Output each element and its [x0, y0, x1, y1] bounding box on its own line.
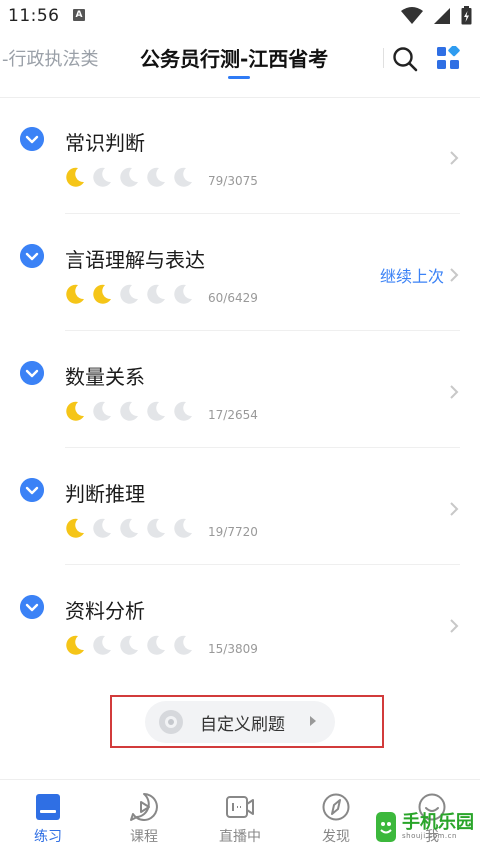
moon-empty-icon — [120, 635, 138, 655]
item-divider — [65, 447, 460, 448]
moon-empty-icon — [174, 518, 192, 538]
item-title: 资料分析 — [65, 599, 145, 623]
moon-empty-icon — [174, 635, 192, 655]
app-notification-icon: A — [73, 9, 85, 21]
disc-icon — [159, 710, 183, 734]
chevron-right-icon — [450, 619, 459, 633]
moon-empty-icon — [120, 401, 138, 421]
item-divider — [65, 564, 460, 565]
moon-filled-icon — [66, 167, 84, 187]
wifi-icon — [401, 6, 423, 24]
moon-empty-icon — [93, 167, 111, 187]
status-time: 11:56 — [8, 6, 60, 26]
watermark-logo: 手机乐园 shouji.com.cn — [372, 808, 480, 848]
moon-empty-icon — [147, 401, 165, 421]
check-circle-icon — [20, 244, 44, 268]
moon-empty-icon — [93, 518, 111, 538]
moon-filled-icon — [66, 635, 84, 655]
moon-empty-icon — [147, 635, 165, 655]
check-circle-icon — [20, 595, 44, 619]
progress-moons — [64, 166, 194, 188]
item-title: 判断推理 — [65, 482, 145, 506]
continue-last-link[interactable]: 继续上次 — [380, 263, 444, 287]
moon-empty-icon — [93, 401, 111, 421]
tab-courses[interactable]: 课程 — [96, 780, 192, 853]
item-count: 17/2654 — [208, 408, 258, 422]
moon-empty-icon — [174, 284, 192, 304]
check-circle-icon — [20, 127, 44, 151]
item-count: 60/6429 — [208, 291, 258, 305]
play-arrow-icon — [310, 716, 316, 726]
moon-empty-icon — [147, 167, 165, 187]
nav-divider — [383, 48, 384, 68]
list-item[interactable]: 资料分析 15/3809 — [0, 566, 480, 683]
chevron-right-icon — [450, 502, 459, 516]
chevron-right-icon — [450, 151, 459, 165]
tab-live[interactable]: 直播中 — [192, 780, 288, 853]
moon-empty-icon — [174, 401, 192, 421]
item-divider — [65, 213, 460, 214]
item-count: 79/3075 — [208, 174, 258, 188]
status-bar: 11:56 A — [0, 0, 480, 32]
battery-icon — [461, 6, 472, 25]
tab-label: 练习 — [34, 829, 62, 845]
top-nav: -行政执法类 公务员行测-江西省考 — [0, 32, 480, 92]
cellular-signal-icon — [434, 7, 450, 24]
moon-empty-icon — [147, 284, 165, 304]
tab-practice[interactable]: 练习 — [0, 780, 96, 853]
tab-label: 发现 — [322, 829, 350, 845]
active-tab-indicator — [228, 76, 250, 79]
moon-filled-icon — [93, 284, 111, 304]
moon-filled-icon — [66, 518, 84, 538]
tab-label: 课程 — [130, 829, 158, 845]
phone-logo-icon — [376, 812, 396, 842]
moon-empty-icon — [120, 284, 138, 304]
status-icons — [401, 6, 472, 25]
tab-discover[interactable]: 发现 — [288, 780, 384, 853]
watermark-text: 手机乐园 — [402, 812, 474, 833]
chevron-right-icon — [450, 385, 459, 399]
moon-filled-icon — [66, 401, 84, 421]
item-title: 言语理解与表达 — [65, 248, 205, 272]
book-icon — [36, 794, 60, 820]
moon-empty-icon — [120, 518, 138, 538]
check-circle-icon — [20, 361, 44, 385]
list-item[interactable]: 常识判断 79/3075 — [0, 98, 480, 215]
moon-filled-icon — [66, 284, 84, 304]
tab-jiangxi-exam[interactable]: 公务员行测-江西省考 — [140, 43, 328, 72]
custom-practice-label: 自定义刷题 — [200, 715, 285, 735]
tab-label: 直播中 — [219, 829, 261, 845]
item-title: 数量关系 — [65, 365, 145, 389]
category-grid-icon[interactable] — [436, 46, 460, 70]
moon-empty-icon — [120, 167, 138, 187]
list-item[interactable]: 言语理解与表达 60/6429 继续上次 — [0, 215, 480, 332]
play-icon — [130, 793, 158, 821]
item-count: 15/3809 — [208, 642, 258, 656]
live-icon — [226, 796, 254, 818]
progress-moons — [64, 634, 194, 656]
item-divider — [65, 330, 460, 331]
tab-administrative-law[interactable]: -行政执法类 — [2, 45, 99, 71]
search-icon[interactable] — [392, 46, 418, 72]
check-circle-icon — [20, 478, 44, 502]
moon-empty-icon — [93, 635, 111, 655]
progress-moons — [64, 400, 194, 422]
progress-moons — [64, 283, 194, 305]
moon-empty-icon — [147, 518, 165, 538]
item-title: 常识判断 — [65, 131, 145, 155]
chevron-right-icon — [450, 268, 459, 282]
list-item[interactable]: 数量关系 17/2654 — [0, 332, 480, 449]
list-item[interactable]: 判断推理 19/7720 — [0, 449, 480, 566]
moon-empty-icon — [174, 167, 192, 187]
progress-moons — [64, 517, 194, 539]
watermark-subtext: shouji.com.cn — [402, 832, 457, 840]
item-count: 19/7720 — [208, 525, 258, 539]
compass-icon — [322, 793, 350, 821]
